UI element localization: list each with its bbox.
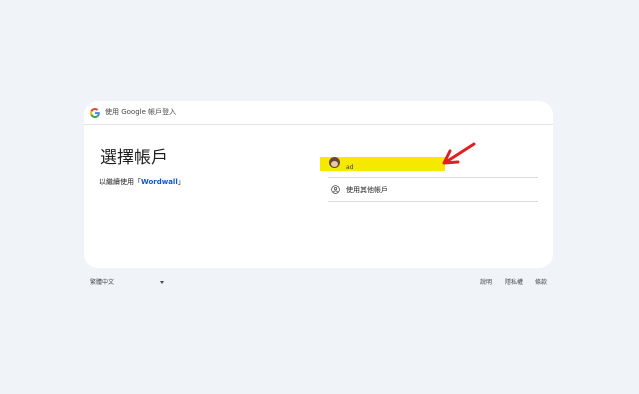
use-another-account-button[interactable]: 使用其他帳戶 bbox=[328, 178, 538, 202]
terms-link[interactable]: 條款 bbox=[535, 279, 547, 286]
card-header: 使用 Google 帳戶登入 bbox=[84, 101, 553, 125]
account-email: ad bbox=[346, 164, 354, 171]
subtitle-prefix: 以繼續使用「 bbox=[99, 178, 141, 186]
app-name-link[interactable]: Wordwall bbox=[141, 178, 178, 186]
page-title: 選擇帳戶 bbox=[100, 148, 168, 168]
use-another-account-label: 使用其他帳戶 bbox=[346, 186, 388, 194]
google-logo-icon bbox=[90, 108, 100, 118]
help-link[interactable]: 說明 bbox=[480, 279, 492, 286]
privacy-link[interactable]: 隱私權 bbox=[505, 279, 523, 286]
avatar bbox=[329, 157, 340, 168]
red-arrow-annotation bbox=[442, 142, 476, 165]
page-subtitle: 以繼續使用「Wordwall」 bbox=[99, 178, 185, 187]
footer: 繁體中文 說明 隱私權 條款 bbox=[0, 278, 639, 290]
language-label: 繁體中文 bbox=[90, 279, 115, 286]
account-item[interactable]: ad bbox=[320, 154, 538, 178]
person-circle-icon bbox=[331, 185, 340, 194]
language-select[interactable]: 繁體中文 bbox=[90, 278, 166, 288]
caret-down-icon bbox=[160, 281, 164, 284]
header-title: 使用 Google 帳戶登入 bbox=[105, 108, 177, 116]
subtitle-suffix: 」 bbox=[177, 178, 185, 186]
sign-in-card: 使用 Google 帳戶登入 選擇帳戶 以繼續使用「Wordwall」 ad 使… bbox=[84, 101, 553, 268]
